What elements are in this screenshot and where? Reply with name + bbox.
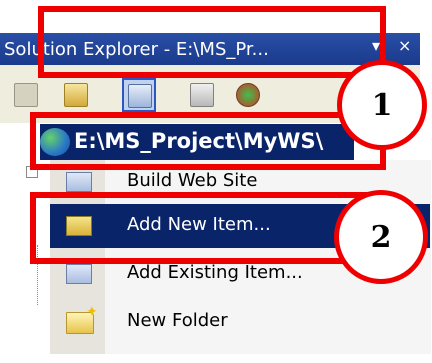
add-existing-item-icon: [66, 264, 92, 284]
callout-step-2: 2: [334, 190, 428, 284]
menu-item-label: Add Existing Item...: [127, 262, 303, 283]
annotation-box-add-new-item: [30, 192, 374, 264]
callout-step-1: 1: [337, 60, 427, 150]
new-folder-star-icon: ✦: [86, 304, 98, 320]
nest-related-files-icon: [128, 84, 152, 108]
close-icon[interactable]: ×: [398, 36, 411, 55]
copy-web-site-icon[interactable]: [236, 83, 260, 107]
view-designer-icon[interactable]: [190, 83, 214, 107]
annotation-box-title-area: [38, 6, 386, 78]
refresh-icon[interactable]: [64, 83, 88, 107]
menu-item-new-folder[interactable]: [50, 298, 430, 342]
build-web-site-icon: [66, 172, 92, 192]
menu-item-label: Build Web Site: [127, 170, 258, 191]
menu-item-label: New Folder: [127, 310, 228, 331]
properties-icon[interactable]: [14, 83, 38, 107]
annotation-box-project-node: [30, 112, 386, 170]
